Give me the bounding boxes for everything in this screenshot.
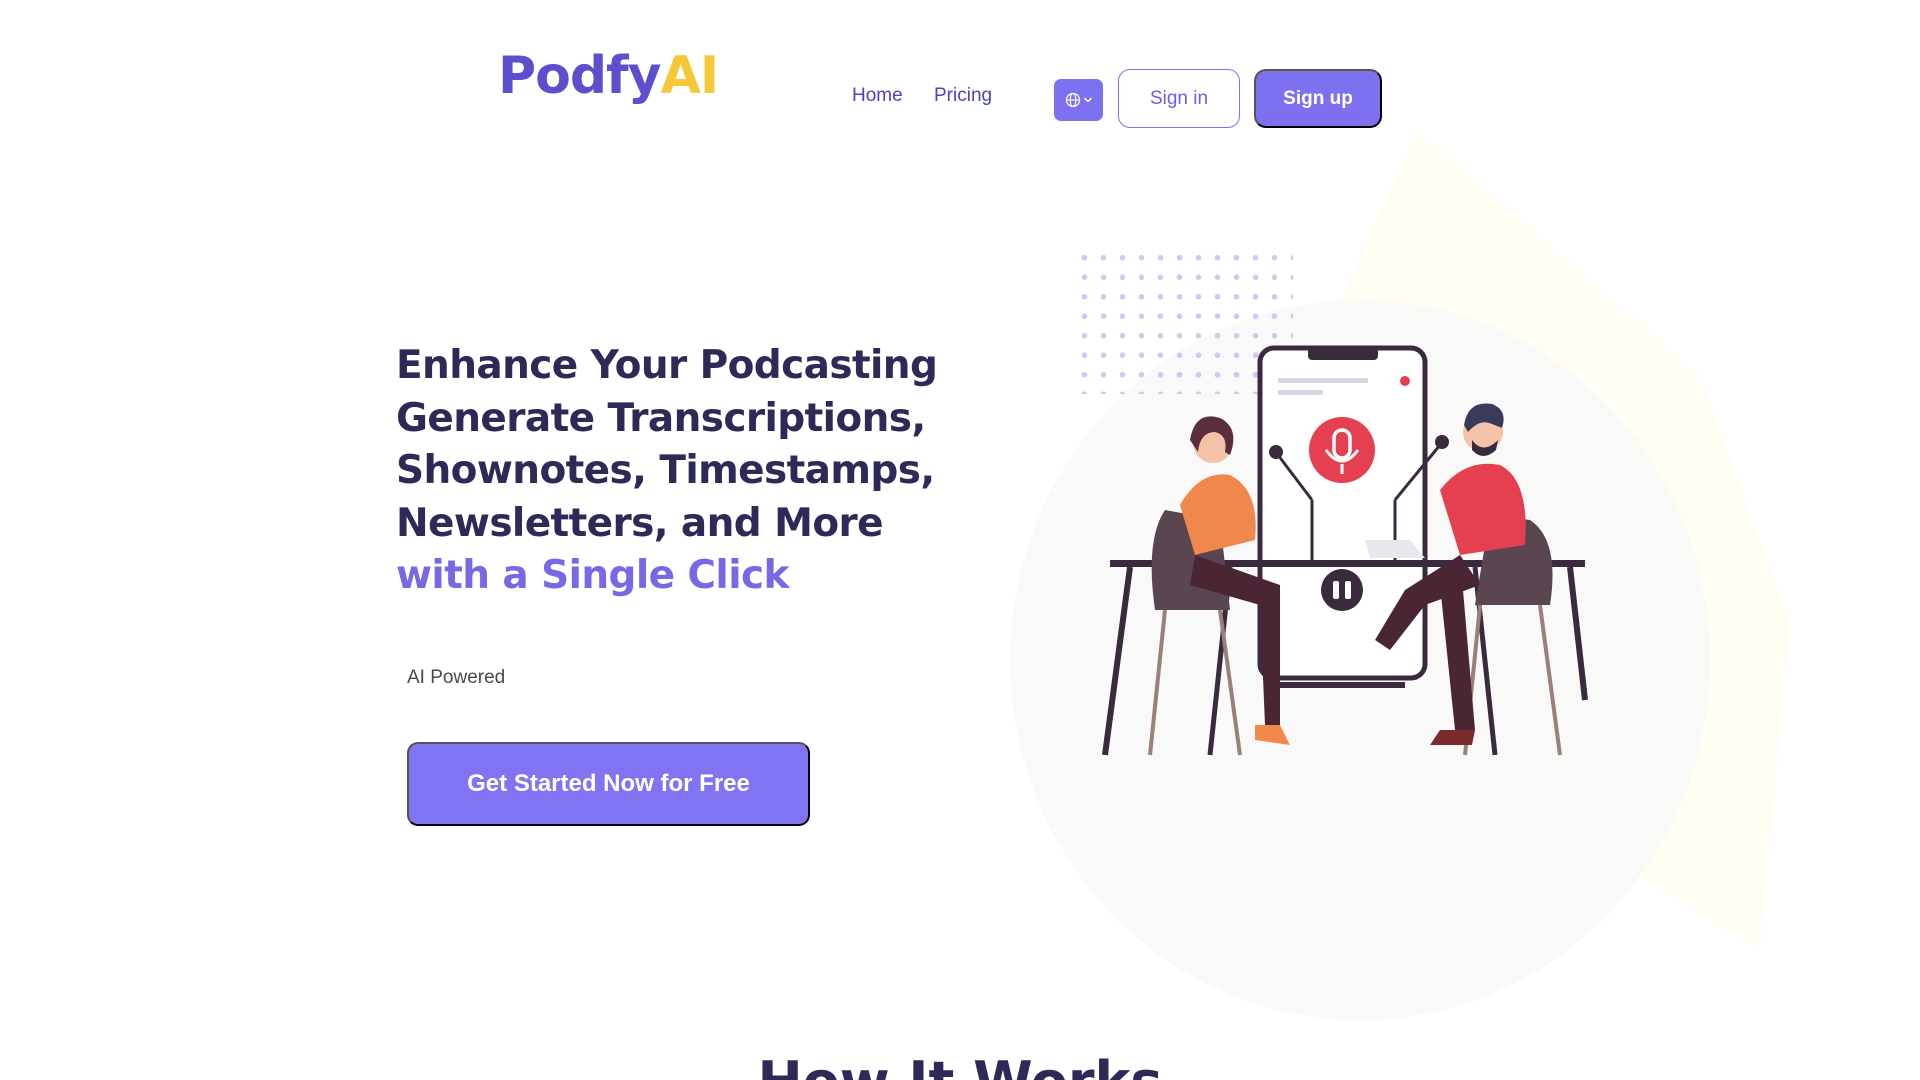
hero-title: Enhance Your Podcasting Generate Transcr… xyxy=(396,340,996,603)
hero-title-line-3: Shownotes, Timestamps, xyxy=(396,448,935,493)
language-selector-button[interactable] xyxy=(1054,79,1103,121)
how-it-works-heading: How It Works xyxy=(0,1050,1920,1080)
logo-text-podfy: Podfy xyxy=(498,46,662,106)
phone-line xyxy=(1278,390,1323,395)
phone-line xyxy=(1278,378,1368,383)
logo-text-ai: AI xyxy=(660,46,720,106)
sign-in-button[interactable]: Sign in xyxy=(1118,69,1240,128)
pause-icon xyxy=(1321,569,1363,611)
sign-up-button[interactable]: Sign up xyxy=(1254,69,1382,128)
podcast-illustration xyxy=(1102,345,1588,756)
hero-title-line-1: Enhance Your Podcasting xyxy=(396,343,938,388)
record-dot xyxy=(1400,376,1410,386)
nav-home-link[interactable]: Home xyxy=(852,86,903,105)
chevron-down-icon xyxy=(1083,97,1092,103)
nav-pricing-link[interactable]: Pricing xyxy=(934,86,992,105)
phone-notch xyxy=(1308,348,1378,360)
logo[interactable]: PodfyAI xyxy=(498,50,719,102)
hero-title-accent: with a Single Click xyxy=(396,553,789,598)
globe-icon xyxy=(1065,92,1080,108)
hero-title-line-2: Generate Transcriptions, xyxy=(396,395,926,441)
get-started-button[interactable]: Get Started Now for Free xyxy=(407,742,810,826)
hero-title-line-4: Newsletters, and More xyxy=(396,500,884,546)
man-body xyxy=(1440,463,1526,555)
hero-tagline: AI Powered xyxy=(407,667,506,688)
